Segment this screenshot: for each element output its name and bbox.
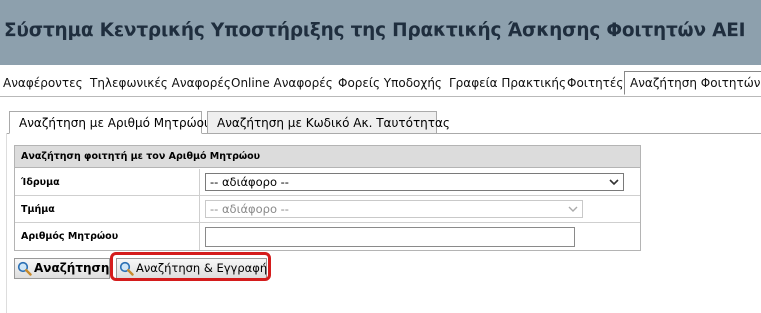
- tab-search-by-registry[interactable]: Αναζήτηση με Αριθμό Μητρώου: [9, 111, 211, 134]
- search-button-label: Αναζήτηση: [34, 261, 110, 275]
- row-institution: Ίδρυμα -- αδιάφορο --: [15, 169, 640, 196]
- row-department: Τμήμα -- αδιάφορο --: [15, 196, 640, 223]
- menu-item-reporters[interactable]: Αναφέροντες: [3, 70, 83, 96]
- magnifier-icon: [17, 261, 32, 276]
- chevron-down-icon: [568, 201, 578, 223]
- menu-item-online-reports[interactable]: Online Αναφορές: [231, 70, 333, 96]
- annotation-highlight: [110, 252, 271, 281]
- institution-select-value: -- αδιάφορο --: [210, 175, 289, 189]
- menu-item-internship-offices[interactable]: Γραφεία Πρακτικής: [449, 70, 566, 96]
- search-form: Αναζήτηση φοιτητή με τον Αριθμό Μητρώου …: [14, 145, 641, 251]
- institution-label: Ίδρυμα: [15, 169, 200, 195]
- department-label: Τμήμα: [15, 196, 200, 222]
- tab-content-border: [6, 133, 7, 313]
- row-registry-number: Αριθμός Μητρώου: [15, 223, 640, 250]
- department-select-value: -- αδιάφορο --: [210, 202, 289, 216]
- registry-number-label: Αριθμός Μητρώου: [15, 223, 200, 250]
- main-menu: Αναφέροντες Τηλεφωνικές Αναφορές Online …: [0, 70, 761, 97]
- search-button[interactable]: Αναζήτηση: [14, 258, 110, 279]
- app-title: Σύστημα Κεντρικής Υποστήριξης της Πρακτι…: [4, 20, 746, 41]
- registry-number-input[interactable]: [205, 227, 575, 247]
- institution-select[interactable]: -- αδιάφορο --: [205, 173, 624, 191]
- tab-search-by-id-card[interactable]: Αναζήτηση με Κωδικό Ακ. Ταυτότητας: [207, 111, 450, 134]
- menu-item-students[interactable]: Φοιτητές: [567, 70, 623, 96]
- form-heading: Αναζήτηση φοιτητή με τον Αριθμό Μητρώου: [15, 146, 640, 168]
- department-select[interactable]: -- αδιάφορο --: [205, 200, 583, 218]
- chevron-down-icon: [609, 174, 619, 196]
- app-header: Σύστημα Κεντρικής Υποστήριξης της Πρακτι…: [0, 0, 761, 65]
- menu-item-host-organizations[interactable]: Φορείς Υποδοχής: [338, 70, 442, 96]
- menu-item-phone-reports[interactable]: Τηλεφωνικές Αναφορές: [90, 70, 231, 96]
- menu-item-student-search[interactable]: Αναζήτηση Φοιτητών: [624, 71, 761, 95]
